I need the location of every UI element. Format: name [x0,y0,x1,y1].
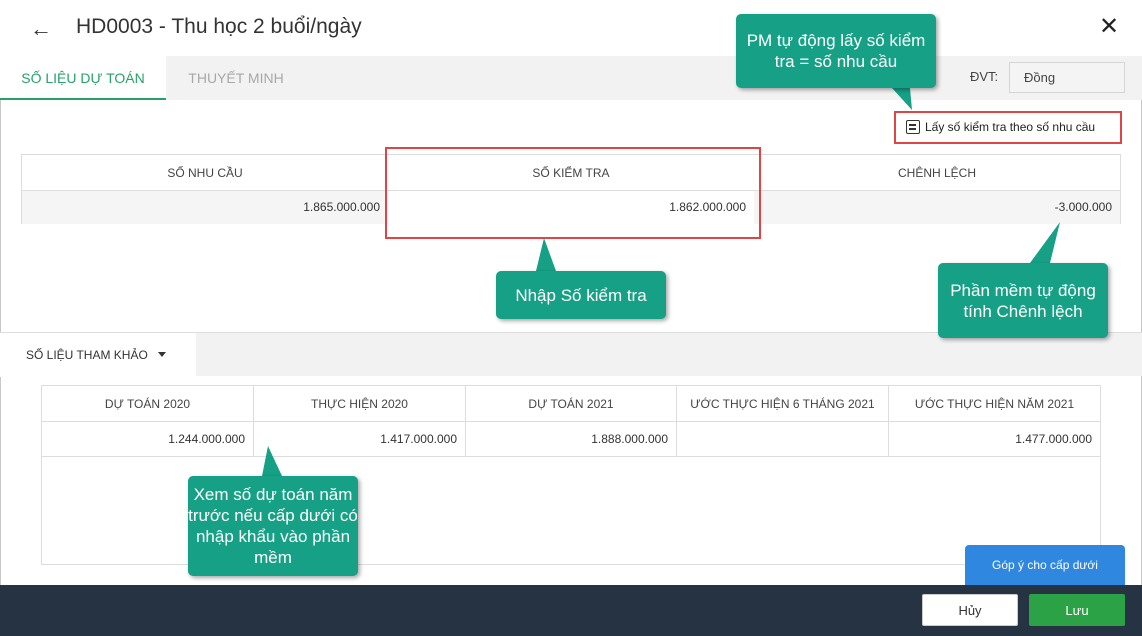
pointer-auto-fetch [892,88,912,110]
callout-auto-fetch: PM tự động lấy số kiểm tra = số nhu cầu [736,14,936,88]
pointer-auto-diff [1030,222,1060,263]
dialog-footer: Hủy Lưu [0,585,1142,636]
cancel-button[interactable]: Hủy [922,594,1018,626]
feedback-subordinate-button[interactable]: Góp ý cho cấp dưới [965,545,1125,585]
pointer-view-prev [262,446,282,476]
callout-view-prev: Xem số dự toán năm trước nếu cấp dưới có… [188,476,358,576]
pointer-enter-check [536,238,556,271]
callout-auto-diff: Phần mềm tự động tính Chênh lệch [938,263,1108,338]
callout-enter-check: Nhập Số kiểm tra [496,271,666,319]
save-button[interactable]: Lưu [1029,594,1125,626]
